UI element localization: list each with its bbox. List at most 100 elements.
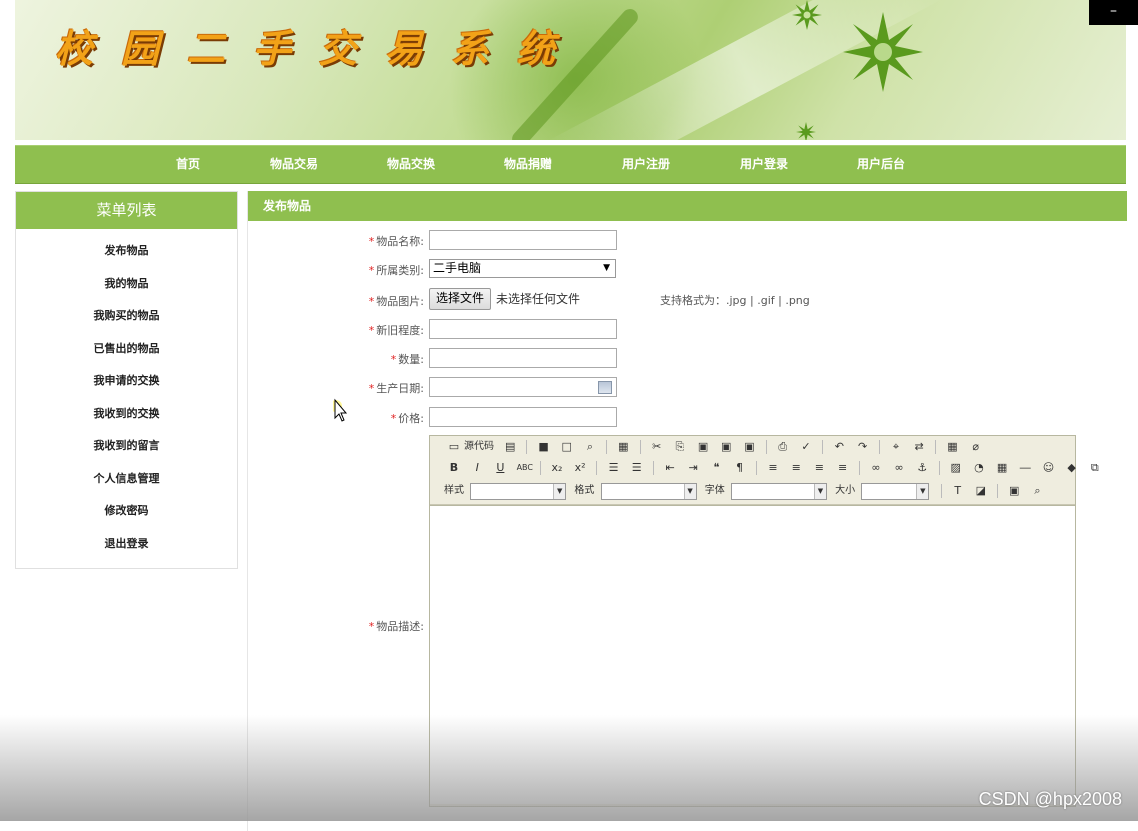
paste-word-icon[interactable]: ▣	[742, 440, 756, 454]
smiley-icon[interactable]: ☺	[1041, 461, 1055, 475]
print-icon[interactable]: ⎙	[776, 440, 790, 454]
find-icon[interactable]: ⌖	[889, 440, 903, 454]
required-mark: *	[390, 353, 397, 366]
required-mark: *	[368, 295, 375, 308]
bold-icon[interactable]: B	[447, 461, 461, 475]
ordered-list-icon[interactable]: ☰	[607, 461, 621, 475]
strikethrough-icon[interactable]: ABC	[517, 461, 533, 475]
select-all-icon[interactable]: ▦	[946, 440, 960, 454]
nav-item-trade[interactable]: 物品交易	[249, 146, 339, 183]
justify-icon[interactable]: ≡	[836, 461, 850, 475]
image-label: * 物品图片:	[369, 293, 424, 309]
price-input[interactable]	[429, 407, 617, 427]
file-status: 未选择任何文件	[496, 292, 581, 306]
sidebar-item-publish[interactable]: 发布物品	[16, 235, 237, 268]
nav-item-login[interactable]: 用户登录	[719, 146, 809, 183]
blockquote-icon[interactable]: ❝	[709, 461, 723, 475]
source-icon[interactable]: ▭	[447, 440, 461, 454]
sidebar-item-exchange-received[interactable]: 我收到的交换	[16, 398, 237, 431]
template-icon[interactable]: ▤	[503, 440, 517, 454]
nav-item-donate[interactable]: 物品捐赠	[483, 146, 573, 183]
link-icon[interactable]: ∞	[869, 461, 883, 475]
condition-label: * 新旧程度:	[369, 322, 424, 338]
sidebar-item-sold[interactable]: 已售出的物品	[16, 333, 237, 366]
unlink-icon[interactable]: ∞	[892, 461, 906, 475]
flower-icon	[796, 122, 816, 140]
paste-text-icon[interactable]: ▣	[719, 440, 733, 454]
sidebar-item-messages[interactable]: 我收到的留言	[16, 430, 237, 463]
sidebar-item-logout[interactable]: 退出登录	[16, 528, 237, 561]
nav-item-home[interactable]: 首页	[143, 146, 233, 183]
maximize-icon[interactable]: ▣	[1007, 484, 1021, 498]
condition-input[interactable]	[429, 319, 617, 339]
bg-color-icon[interactable]: ◪	[974, 484, 988, 498]
category-select[interactable]: 二手电脑 ▼	[429, 259, 616, 278]
chevron-down-icon: ▼	[683, 483, 696, 499]
horizontal-rule-icon[interactable]: ―	[1018, 461, 1032, 475]
sidebar-item-exchange-requested[interactable]: 我申请的交换	[16, 365, 237, 398]
toolbar-row-3: 样式 ▼ 格式 ▼ 字体 ▼ 大小 ▼ T ◪ ▣ ⌕	[444, 481, 1047, 501]
production-date-input[interactable]	[429, 377, 617, 397]
sidebar-item-my-items[interactable]: 我的物品	[16, 268, 237, 301]
unordered-list-icon[interactable]: ☰	[630, 461, 644, 475]
item-name-input[interactable]	[429, 230, 617, 250]
font-combo[interactable]: ▼	[730, 482, 827, 500]
source-button[interactable]: 源代码	[464, 437, 494, 457]
page-title: 发布物品	[248, 191, 1127, 221]
nav-item-admin[interactable]: 用户后台	[836, 146, 926, 183]
required-mark: *	[368, 324, 375, 337]
align-right-icon[interactable]: ≡	[812, 461, 826, 475]
format-combo[interactable]: ▼	[600, 482, 697, 500]
templates-icon[interactable]: ▦	[616, 440, 630, 454]
sidebar-menu: 发布物品 我的物品 我购买的物品 已售出的物品 我申请的交换 我收到的交换 我收…	[16, 229, 237, 560]
align-center-icon[interactable]: ≡	[789, 461, 803, 475]
spellcheck-icon[interactable]: ✓	[799, 440, 813, 454]
sidebar-item-purchased[interactable]: 我购买的物品	[16, 300, 237, 333]
sidebar-item-password[interactable]: 修改密码	[16, 495, 237, 528]
new-page-icon[interactable]: □	[560, 440, 574, 454]
remove-format-icon[interactable]: ⌀	[969, 440, 983, 454]
indent-icon[interactable]: ⇥	[686, 461, 700, 475]
italic-icon[interactable]: I	[470, 461, 484, 475]
style-combo[interactable]: ▼	[470, 482, 567, 500]
replace-icon[interactable]: ⇄	[912, 440, 926, 454]
calendar-icon[interactable]	[598, 381, 612, 394]
flower-icon	[792, 0, 822, 30]
redo-icon[interactable]: ↷	[856, 440, 870, 454]
underline-icon[interactable]: U	[493, 461, 507, 475]
minimize-button[interactable]: –	[1089, 0, 1138, 25]
choose-file-button[interactable]: 选择文件	[429, 288, 492, 310]
special-char-icon[interactable]: ◆	[1065, 461, 1079, 475]
flash-icon[interactable]: ◔	[972, 461, 986, 475]
undo-icon[interactable]: ↶	[832, 440, 846, 454]
sidebar-item-profile[interactable]: 个人信息管理	[16, 463, 237, 496]
superscript-icon[interactable]: x²	[573, 461, 587, 475]
copy-icon[interactable]: ⎘	[673, 440, 687, 454]
save-icon[interactable]: ■	[537, 440, 551, 454]
name-label: * 物品名称:	[369, 233, 424, 249]
anchor-icon[interactable]: ⚓	[915, 461, 929, 475]
outdent-icon[interactable]: ⇤	[663, 461, 677, 475]
quantity-input[interactable]	[429, 348, 617, 368]
size-combo[interactable]: ▼	[861, 482, 930, 500]
condition-label-text: 新旧程度:	[376, 324, 424, 337]
required-mark: *	[368, 620, 375, 633]
nav-item-register[interactable]: 用户注册	[601, 146, 691, 183]
div-icon[interactable]: ¶	[733, 461, 747, 475]
text-color-icon[interactable]: T	[951, 484, 965, 498]
table-icon[interactable]: ▦	[995, 461, 1009, 475]
chevron-down-icon: ▼	[916, 483, 929, 499]
cut-icon[interactable]: ✂	[650, 440, 664, 454]
subscript-icon[interactable]: x₂	[550, 461, 564, 475]
nav-item-exchange[interactable]: 物品交换	[366, 146, 456, 183]
size-label: 大小	[835, 485, 856, 496]
show-blocks-icon[interactable]: ⌕	[1030, 484, 1044, 498]
preview-icon[interactable]: ⌕	[583, 440, 597, 454]
paste-icon[interactable]: ▣	[696, 440, 710, 454]
image-icon[interactable]: ▨	[949, 461, 963, 475]
category-label-text: 所属类别:	[376, 264, 424, 277]
image-label-text: 物品图片:	[376, 295, 424, 308]
align-left-icon[interactable]: ≡	[766, 461, 780, 475]
sidebar-title: 菜单列表	[16, 192, 237, 229]
page-break-icon[interactable]: ⧉	[1088, 461, 1102, 475]
